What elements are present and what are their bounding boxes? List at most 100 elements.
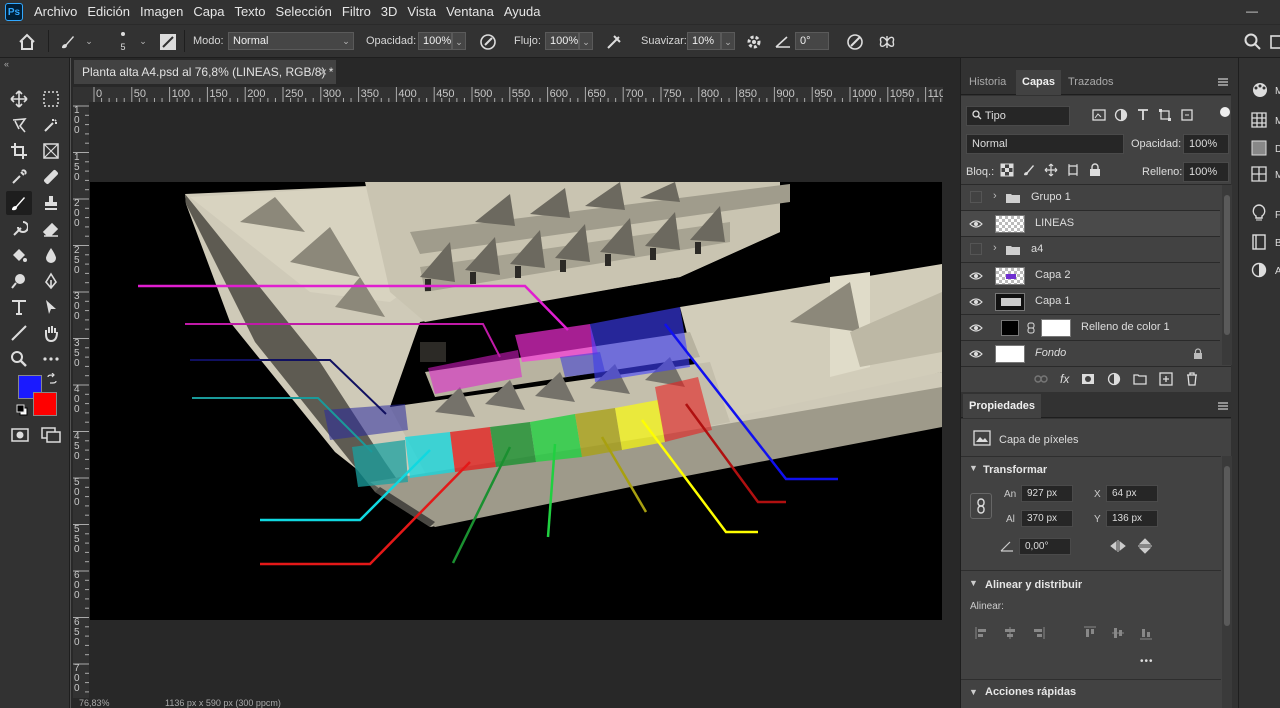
layers-scrollbar-thumb[interactable] [1224,195,1230,335]
tab-propiedades[interactable]: Propiedades [963,394,1042,418]
swap-colors-icon[interactable] [46,373,58,385]
line-tool-icon[interactable] [6,321,32,345]
flow-input[interactable]: 100% [545,32,579,50]
menu-ventana[interactable]: Ventana [441,0,499,24]
home-icon[interactable] [17,32,37,52]
libraries-book-icon[interactable] [1251,234,1267,250]
visibility-eye-icon[interactable] [969,347,983,361]
visibility-eye-icon[interactable] [969,321,983,335]
layer-mask-thumbnail[interactable] [1041,319,1071,337]
type-tool-icon[interactable] [6,295,32,319]
pen-tool-icon[interactable] [38,269,64,293]
new-layer-icon[interactable] [1159,372,1173,386]
vertical-ruler[interactable]: 1 0 0 1 5 0 2 0 0 2 5 0 3 0 0 3 5 0 4 0 0 4 5 0… [73,102,89,698]
filter-shape-icon[interactable] [1158,108,1172,122]
visibility-eye-icon[interactable] [969,269,983,283]
filter-pixel-icon[interactable] [1092,108,1106,122]
tab-historia[interactable]: Historia [963,70,1012,95]
opacity-input[interactable]: 100% [418,32,452,50]
lock-transparency-icon[interactable] [1000,163,1014,177]
eyedropper-tool-icon[interactable] [6,165,32,189]
layer-row-relleno-de-color-1[interactable]: Relleno de color 1 [961,315,1220,341]
history-brush-tool-icon[interactable] [6,217,32,241]
filter-type-icon[interactable] [1136,108,1150,122]
filter-smart-object-icon[interactable] [1180,108,1194,122]
align-bottom-icon[interactable] [1139,626,1153,640]
layer-row-grupo-1[interactable]: › Grupo 1 [961,185,1220,211]
y-input[interactable]: 136 px [1106,510,1158,527]
adjustment-layer-icon[interactable] [1107,372,1121,386]
clone-stamp-tool-icon[interactable] [38,191,64,215]
align-section-title[interactable]: Alinear y distribuir [985,579,1082,591]
menu-vista[interactable]: Vista [402,0,441,24]
tab-trazados[interactable]: Trazados [1062,70,1119,95]
lock-all-icon[interactable] [1088,163,1102,177]
filter-toggle-icon[interactable] [1220,107,1230,117]
airbrush-icon[interactable] [604,32,624,52]
x-input[interactable]: 64 px [1106,485,1158,502]
chevron-right-icon[interactable]: › [993,242,997,254]
align-center-h-icon[interactable] [1003,626,1017,640]
visibility-toggle-off[interactable] [970,243,982,255]
more-options-button[interactable]: ••• [1140,656,1154,667]
path-selection-tool-icon[interactable] [38,295,64,319]
collapse-transform-icon[interactable]: ▼ [969,463,978,473]
lasso-tool-icon[interactable] [6,113,32,137]
layer-row-capa-1[interactable]: Capa 1 [961,289,1220,315]
flip-horizontal-icon[interactable] [1109,539,1127,553]
marquee-tool-icon[interactable] [38,87,64,111]
collapse-align-icon[interactable]: ▼ [969,578,978,588]
lock-position-icon[interactable] [1044,163,1058,177]
brush-preset-dropdown[interactable]: ⌄ [82,32,96,50]
link-chain-icon[interactable] [1027,322,1035,334]
link-layers-icon[interactable] [1034,372,1048,386]
layer-style-fx-icon[interactable]: fx [1060,372,1069,386]
search-icon[interactable] [1243,32,1263,52]
minimize-window-button[interactable]: — [1240,0,1264,24]
align-top-icon[interactable] [1083,626,1097,640]
patterns-icon[interactable] [1251,166,1267,182]
gradients-icon[interactable] [1251,140,1267,156]
link-dimensions-button[interactable] [970,493,992,519]
transform-section-title[interactable]: Transformar [983,464,1047,476]
layer-row-lineas[interactable]: LINEAS [961,211,1220,237]
collapse-toolbar-icon[interactable]: « [4,59,9,69]
align-middle-v-icon[interactable] [1111,626,1125,640]
brush-tool-icon[interactable] [6,191,32,215]
visibility-toggle-off[interactable] [970,191,982,203]
new-group-folder-icon[interactable] [1133,372,1147,386]
brush-size-dropdown[interactable]: ⌄ [136,32,150,50]
color-palette-icon[interactable] [1251,82,1269,98]
visibility-eye-icon[interactable] [969,295,983,309]
menu-imagen[interactable]: Imagen [135,0,188,24]
brush-settings-icon[interactable] [158,32,178,52]
fill-color-thumbnail[interactable] [1001,320,1019,336]
default-colors-icon[interactable] [16,404,28,416]
document-tab[interactable]: Planta alta A4.psd al 76,8% (LINEAS, RGB… [74,60,336,84]
learn-lightbulb-icon[interactable] [1251,204,1267,222]
lock-pixels-brush-icon[interactable] [1022,163,1036,177]
image-canvas[interactable] [90,182,942,620]
brush-size-preview[interactable]: 5 [116,28,130,56]
move-tool-icon[interactable] [6,87,32,111]
symmetry-butterfly-icon[interactable] [877,32,897,52]
background-color-swatch[interactable] [33,392,57,416]
menu-edicion[interactable]: Edición [82,0,135,24]
menu-3d[interactable]: 3D [376,0,403,24]
layer-opacity-input[interactable]: 100% [1183,134,1229,154]
flip-vertical-icon[interactable] [1137,537,1153,555]
menu-filtro[interactable]: Filtro [337,0,376,24]
layer-row-capa-2[interactable]: Capa 2 [961,263,1220,289]
crop-tool-icon[interactable] [6,139,32,163]
lock-artboard-icon[interactable] [1066,163,1080,177]
close-document-icon[interactable]: × [320,60,336,84]
panel-menu-icon[interactable] [1217,76,1229,88]
status-zoom[interactable]: 76,83% [79,698,110,708]
menu-seleccion[interactable]: Selección [271,0,337,24]
menu-capa[interactable]: Capa [188,0,229,24]
smoothing-dropdown[interactable]: ⌄ [721,32,735,50]
properties-scrollbar-thumb[interactable] [1224,466,1230,626]
menu-texto[interactable]: Texto [229,0,270,24]
properties-menu-icon[interactable] [1217,400,1229,412]
delete-layer-trash-icon[interactable] [1185,372,1199,386]
